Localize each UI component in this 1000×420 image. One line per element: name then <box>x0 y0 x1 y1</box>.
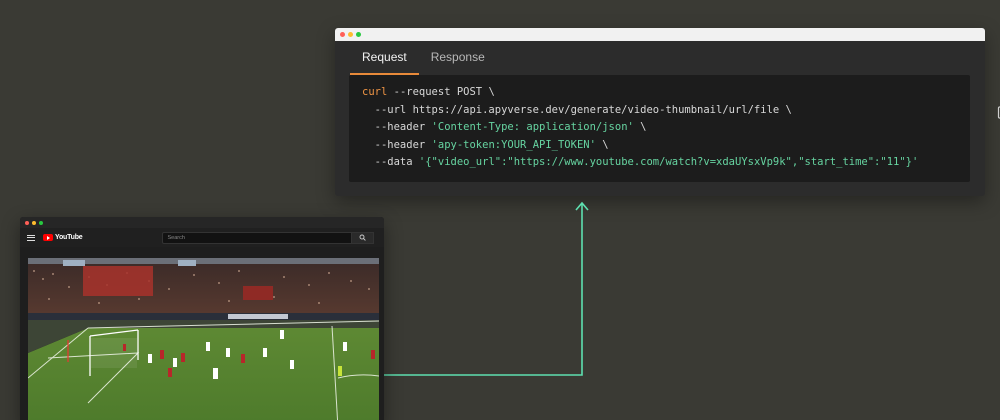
code-string: 'Content-Type: application/json' <box>431 121 634 133</box>
hamburger-menu-icon[interactable] <box>27 234 35 241</box>
youtube-header: YouTube Search <box>20 228 384 247</box>
close-dot-icon[interactable] <box>340 32 345 37</box>
code-text: --header <box>362 138 432 151</box>
code-string: 'apy-token:YOUR_API_TOKEN' <box>431 138 596 151</box>
api-request-window: Request Response curl --request POST \ -… <box>335 28 1000 196</box>
youtube-play-icon <box>43 234 53 241</box>
search-button[interactable] <box>351 231 374 244</box>
code-text: \ <box>595 138 609 151</box>
code-block: curl --request POST \ --url https://api.… <box>349 75 1000 182</box>
code-text: --header <box>362 121 432 133</box>
code-command: curl <box>362 86 388 98</box>
youtube-logo-text: YouTube <box>55 234 83 241</box>
browser-titlebar <box>20 217 384 228</box>
minimize-dot-icon[interactable] <box>32 220 36 225</box>
youtube-logo[interactable]: YouTube <box>43 234 83 241</box>
code-line-5: --data '{"video_url":"https://www.youtub… <box>362 154 970 172</box>
maximize-dot-icon[interactable] <box>39 220 43 225</box>
clipboard-icon[interactable] <box>946 87 1000 119</box>
code-string: '{"video_url":"https://www.youtube.com/w… <box>418 156 919 168</box>
code-text: --request POST \ <box>387 86 495 98</box>
video-player[interactable] <box>28 258 379 420</box>
code-text: \ <box>633 121 647 133</box>
tab-response[interactable]: Response <box>419 41 497 75</box>
request-response-tabs: Request Response <box>335 41 985 75</box>
search-icon <box>359 234 366 241</box>
youtube-browser-window: YouTube Search <box>20 217 384 420</box>
code-line-2: --url https://api.apyverse.dev/generate/… <box>362 103 792 116</box>
minimize-dot-icon[interactable] <box>348 32 353 37</box>
code-line-4: --header 'apy-token:YOUR_API_TOKEN' \ <box>362 137 970 155</box>
code-line-3: --header 'Content-Type: application/json… <box>362 119 970 137</box>
tab-request[interactable]: Request <box>350 41 419 75</box>
window-titlebar <box>335 28 985 41</box>
search-input[interactable]: Search <box>161 231 352 244</box>
maximize-dot-icon[interactable] <box>356 32 361 37</box>
video-frame-image <box>28 258 379 420</box>
code-text: --data <box>362 156 419 168</box>
canvas: Request Response curl --request POST \ -… <box>0 0 1000 420</box>
code-line-1: curl --request POST \ <box>362 84 970 102</box>
close-dot-icon[interactable] <box>25 220 29 225</box>
